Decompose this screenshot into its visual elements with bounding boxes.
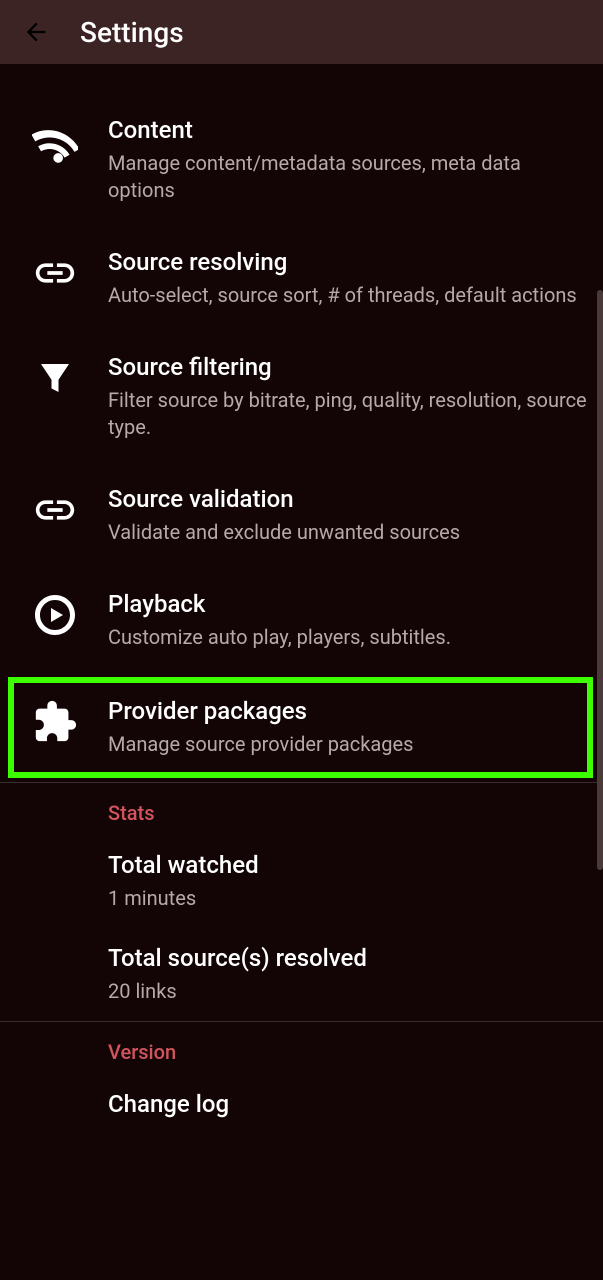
settings-item-provider-packages[interactable]: Provider packages Manage source provider… (8, 677, 593, 778)
page-title: Settings (80, 16, 184, 49)
settings-item-playback[interactable]: Playback Customize auto play, players, s… (0, 568, 603, 673)
scrollbar-thumb[interactable] (597, 290, 603, 870)
filter-icon (30, 353, 80, 403)
stat-title: Total watched (108, 851, 603, 879)
section-header-stats: Stats (0, 783, 603, 835)
item-subtitle: Manage source provider packages (108, 731, 577, 758)
item-subtitle: Customize auto play, players, subtitles. (108, 624, 587, 651)
item-title: Content (108, 116, 587, 144)
satellite-icon (30, 116, 80, 166)
arrow-left-icon (22, 18, 50, 46)
app-header: Settings (0, 0, 603, 64)
item-title: Provider packages (108, 697, 577, 725)
puzzle-icon (30, 697, 80, 747)
link-icon (30, 248, 80, 298)
item-subtitle: Manage content/metadata sources, meta da… (108, 150, 587, 204)
item-subtitle: Filter source by bitrate, ping, quality,… (108, 387, 587, 441)
stat-total-watched[interactable]: Total watched 1 minutes (0, 835, 603, 928)
settings-list: Content Manage content/metadata sources,… (0, 64, 603, 1118)
item-title: Playback (108, 590, 587, 618)
play-circle-icon (30, 590, 80, 640)
settings-item-source-resolving[interactable]: Source resolving Auto-select, source sor… (0, 226, 603, 331)
section-header-version: Version (0, 1022, 603, 1074)
item-title: Source resolving (108, 248, 587, 276)
changelog-item[interactable]: Change log (0, 1074, 603, 1118)
item-title: Source validation (108, 485, 587, 513)
item-subtitle: Validate and exclude unwanted sources (108, 519, 587, 546)
item-title: Change log (108, 1090, 603, 1118)
item-subtitle: Auto-select, source sort, # of threads, … (108, 282, 587, 309)
settings-item-source-filtering[interactable]: Source filtering Filter source by bitrat… (0, 331, 603, 463)
settings-item-source-validation[interactable]: Source validation Validate and exclude u… (0, 463, 603, 568)
stat-total-resolved[interactable]: Total source(s) resolved 20 links (0, 928, 603, 1021)
stat-title: Total source(s) resolved (108, 944, 603, 972)
settings-item-content[interactable]: Content Manage content/metadata sources,… (0, 94, 603, 226)
back-button[interactable] (16, 12, 56, 52)
stat-subtitle: 20 links (108, 978, 603, 1005)
item-title: Source filtering (108, 353, 587, 381)
link-icon (30, 485, 80, 535)
stat-subtitle: 1 minutes (108, 885, 603, 912)
